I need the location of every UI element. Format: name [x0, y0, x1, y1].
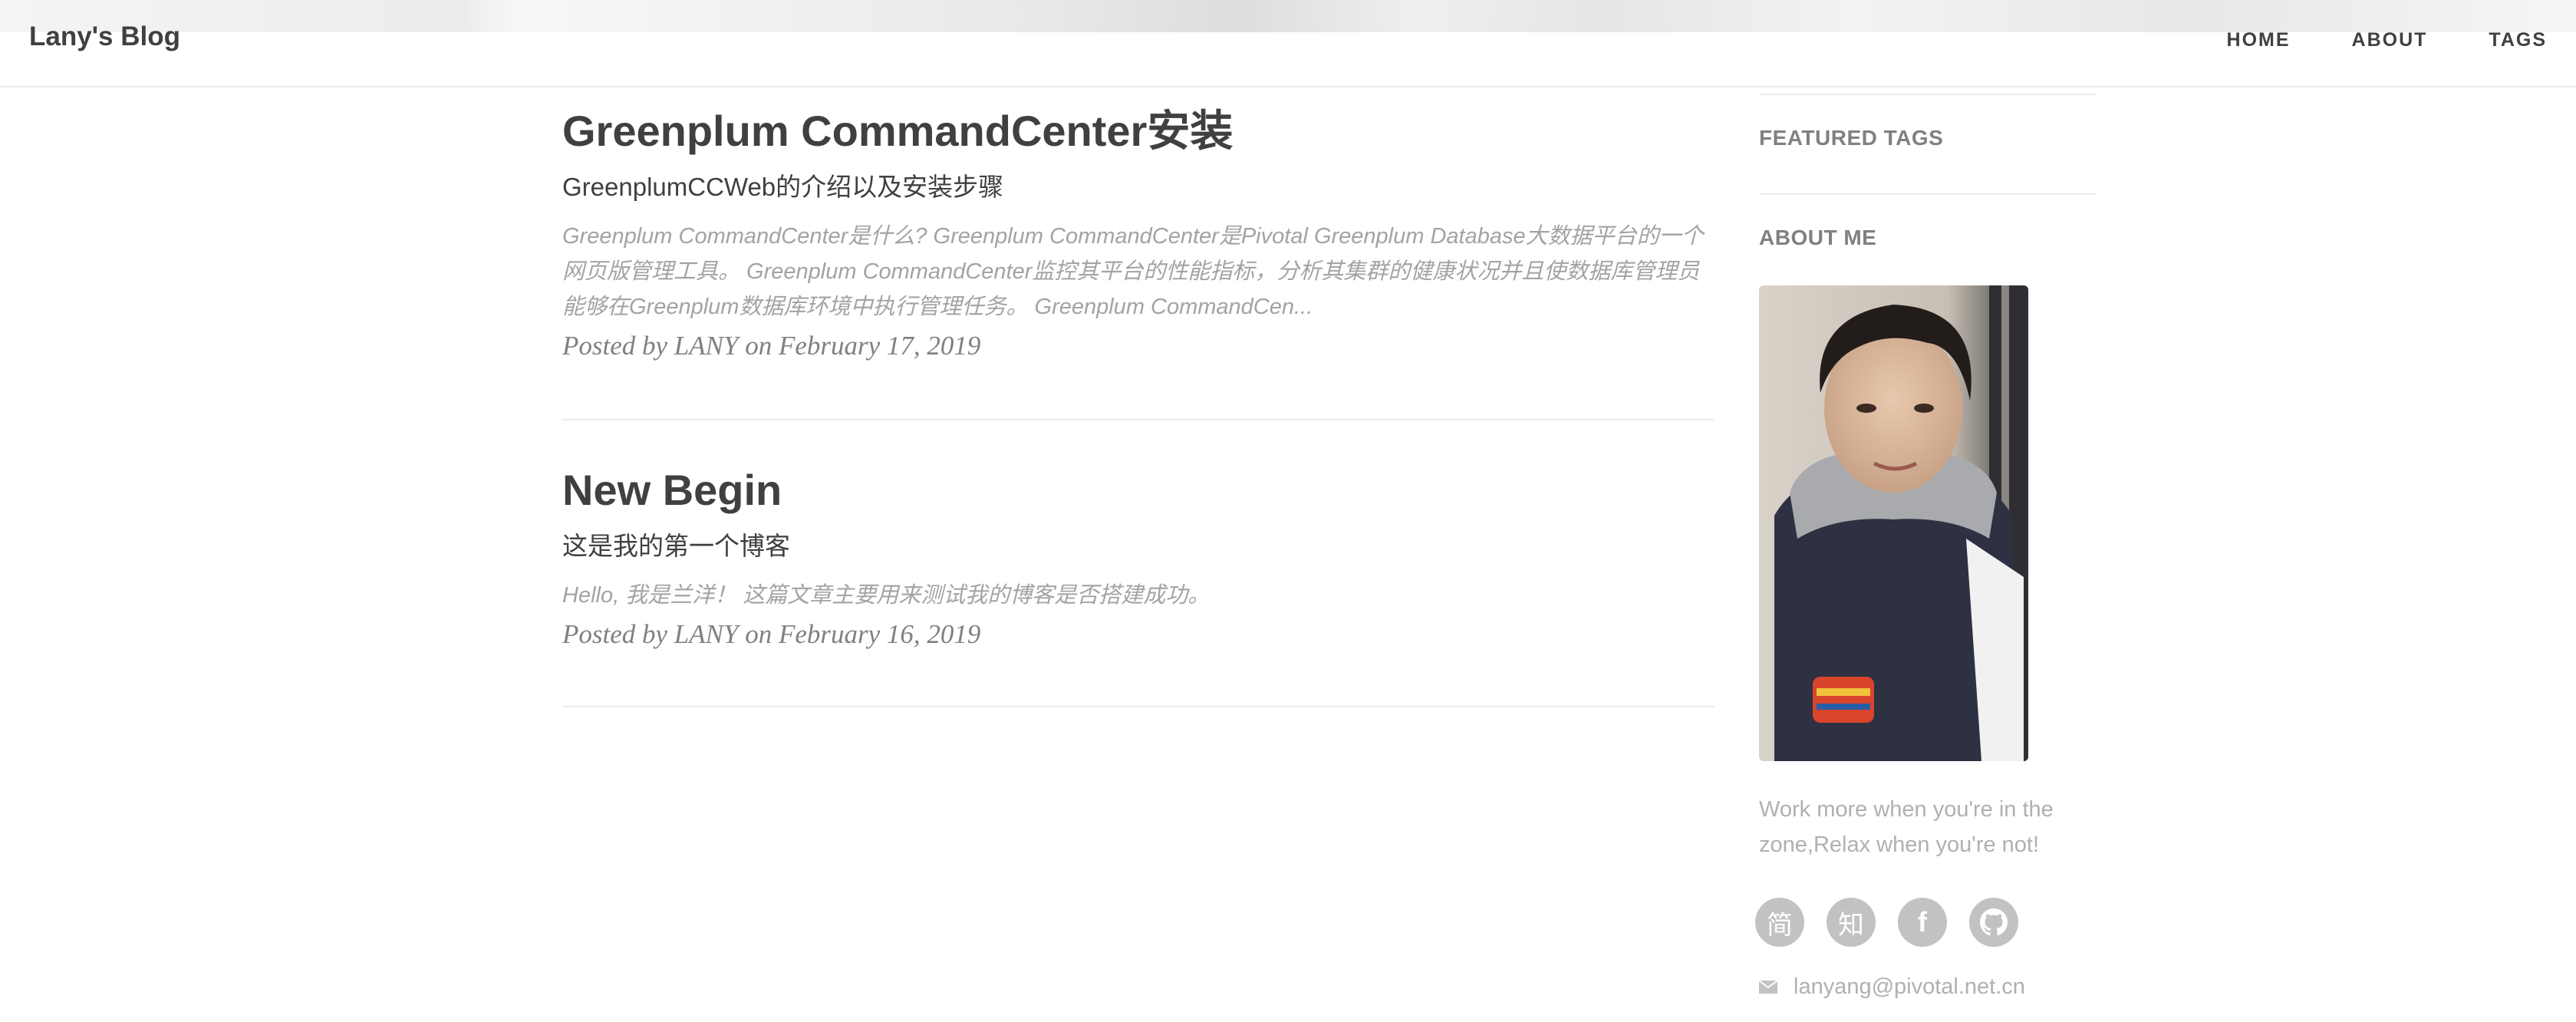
site-brand[interactable]: Lany's Blog: [29, 21, 180, 52]
nav-tags[interactable]: TAGS: [2489, 29, 2547, 51]
post-meta: Posted by LANY on February 16, 2019: [562, 619, 981, 650]
social-links: 简 知 f: [1755, 898, 2041, 947]
email-row: lanyang@pivotal.net.cn: [1759, 974, 2025, 1000]
nav-about[interactable]: ABOUT: [2352, 29, 2428, 51]
post-divider: [562, 706, 1715, 707]
email-link[interactable]: lanyang@pivotal.net.cn: [1794, 974, 2025, 1000]
github-glyph: [1980, 908, 2008, 936]
mail-icon: [1759, 981, 1777, 994]
sidebar-divider: [1759, 94, 2097, 95]
bio-text: Work more when you're in the zone,Relax …: [1759, 797, 2054, 857]
post-subtitle[interactable]: GreenplumCCWeb的介绍以及安装步骤: [562, 172, 1715, 203]
facebook-icon[interactable]: f: [1898, 898, 1947, 947]
post-divider: [562, 419, 1715, 420]
featured-tags-heading: FEATURED TAGS: [1759, 126, 1944, 150]
github-icon[interactable]: [1969, 898, 2018, 947]
post-excerpt[interactable]: Greenplum CommandCenter是什么? Greenplum Co…: [562, 219, 1715, 325]
jianshu-icon[interactable]: 简: [1755, 898, 1804, 947]
sidebar-divider: [1759, 193, 2097, 195]
post-title[interactable]: Greenplum CommandCenter安装: [562, 107, 1715, 155]
post-preview[interactable]: New Begin 这是我的第一个博客 Hello, 我是兰洋！ 这篇文章主要用…: [562, 466, 1715, 650]
avatar: [1759, 285, 2028, 761]
post-subtitle[interactable]: 这是我的第一个博客: [562, 531, 1715, 562]
post-title[interactable]: New Begin: [562, 466, 1715, 514]
nav-home[interactable]: HOME: [2227, 29, 2291, 51]
sidebar: FEATURED TAGS ABOUT ME Work more when yo…: [1755, 94, 2097, 999]
navbar: Lany's Blog HOME ABOUT TAGS: [0, 0, 2576, 87]
about-me-heading: ABOUT ME: [1759, 226, 1877, 249]
nav-links: HOME ABOUT TAGS: [2166, 29, 2547, 51]
post-preview[interactable]: Greenplum CommandCenter安装 GreenplumCCWeb…: [562, 107, 1715, 361]
post-meta: Posted by LANY on February 17, 2019: [562, 331, 981, 361]
zhihu-icon[interactable]: 知: [1827, 898, 1876, 947]
post-excerpt[interactable]: Hello, 我是兰洋！ 这篇文章主要用来测试我的博客是否搭建成功。: [562, 578, 1715, 613]
